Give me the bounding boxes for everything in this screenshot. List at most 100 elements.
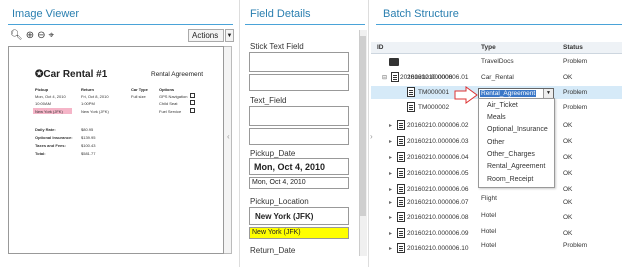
row-status: OK bbox=[563, 214, 573, 221]
pickup-location-label: Pickup_Location bbox=[250, 197, 309, 206]
column-header-status[interactable]: Status bbox=[563, 44, 583, 51]
row-id[interactable]: 20160210.000006.10 bbox=[407, 245, 468, 252]
checkbox-icon bbox=[190, 100, 195, 105]
zoom-in-icon[interactable]: ⊕ bbox=[26, 30, 34, 41]
page-icon bbox=[407, 87, 415, 97]
text-field-snippet bbox=[249, 106, 349, 126]
chevron-down-icon[interactable]: ▼ bbox=[543, 89, 553, 98]
batch-folder-icon bbox=[391, 72, 399, 82]
document-subtitle: Rental Agreement bbox=[151, 71, 204, 78]
document-image: ✪Car Rental #1 Rental Agreement Pickup R… bbox=[8, 46, 224, 254]
row-type: Hotel bbox=[481, 242, 497, 249]
doc-header-return: Return bbox=[81, 87, 94, 92]
checkbox-icon bbox=[190, 108, 195, 113]
doc-summary-label: Taxes and Fees: bbox=[35, 143, 66, 148]
column-header-id[interactable]: ID bbox=[377, 44, 384, 51]
row-id[interactable]: 20160210.000006.05 bbox=[407, 170, 468, 177]
callout-arrow-icon bbox=[454, 86, 478, 104]
image-scrollbar[interactable] bbox=[224, 46, 232, 254]
panel-splitter[interactable] bbox=[368, 0, 369, 267]
pickup-date-input[interactable]: Mon, Oct 4, 2010 bbox=[249, 177, 349, 189]
row-id[interactable]: 20160210.000006.08 bbox=[407, 214, 468, 221]
pickup-location-input[interactable]: New York (JFK) bbox=[249, 227, 349, 239]
dropdown-option[interactable]: Air_Ticket bbox=[487, 102, 518, 109]
zoom-select-icon[interactable]: ⌖ bbox=[48, 30, 54, 41]
dropdown-option[interactable]: Room_Receipt bbox=[487, 176, 533, 183]
expand-icon[interactable]: ▸ bbox=[389, 245, 392, 252]
expand-icon[interactable]: ▸ bbox=[389, 214, 392, 221]
doc-cell: Child Seat bbox=[159, 101, 178, 106]
row-type: Flight bbox=[481, 195, 497, 202]
folder-icon bbox=[397, 197, 405, 207]
collapse-icon[interactable]: ⊟ bbox=[382, 74, 387, 81]
row-id[interactable]: 20160210.000006.03 bbox=[407, 138, 468, 145]
row-id[interactable]: 20160210.000006.02 bbox=[407, 122, 468, 129]
expand-icon[interactable]: ▸ bbox=[389, 186, 392, 193]
zoom-out-icon[interactable]: ⊖ bbox=[37, 30, 45, 41]
folder-icon bbox=[397, 136, 405, 146]
dropdown-option[interactable]: Rental_Agreement bbox=[487, 163, 545, 170]
dropdown-option[interactable]: Other bbox=[487, 139, 505, 146]
dropdown-option[interactable]: Other_Charges bbox=[487, 151, 535, 158]
text-field-input[interactable] bbox=[249, 128, 349, 145]
zoom-toolbar: 🔍︎ ⊕ ⊖ ⌖ bbox=[10, 30, 54, 41]
doc-cell: GPS Navigation bbox=[159, 94, 188, 99]
expand-icon[interactable]: ▸ bbox=[389, 199, 392, 206]
pickup-location-snippet: New York (JFK) bbox=[249, 207, 349, 225]
splitter-grip-icon[interactable]: ‹ bbox=[227, 132, 230, 141]
row-status: OK bbox=[563, 138, 573, 145]
row-status: OK bbox=[563, 154, 573, 161]
row-id[interactable]: 20160210.000006.01 bbox=[407, 74, 468, 81]
expand-icon[interactable]: ▸ bbox=[389, 154, 392, 161]
doc-header-options: Options bbox=[159, 87, 175, 92]
row-id[interactable]: 20160210.000006.06 bbox=[407, 186, 468, 193]
doc-summary-value: $80.95 bbox=[81, 127, 94, 132]
folder-icon bbox=[397, 152, 405, 162]
row-status: Problem bbox=[563, 89, 588, 96]
doc-cell: Fuel Service bbox=[159, 109, 182, 114]
row-type: Hotel bbox=[481, 228, 497, 235]
stick-text-input[interactable] bbox=[249, 74, 349, 91]
text-field-label: Text_Field bbox=[250, 96, 287, 105]
folder-icon bbox=[397, 184, 405, 194]
row-id[interactable]: 20160210.000006.09 bbox=[407, 230, 468, 237]
pickup-date-snippet: Mon, Oct 4, 2010 bbox=[249, 158, 349, 175]
row-status: Problem bbox=[563, 58, 588, 65]
doc-summary-value: $139.95 bbox=[81, 135, 96, 140]
doc-cell: Full size bbox=[131, 94, 146, 99]
row-status: OK bbox=[563, 230, 573, 237]
zoom-fit-icon[interactable]: 🔍︎ bbox=[10, 30, 23, 41]
doc-cell: 1:00PM bbox=[81, 101, 95, 106]
row-id[interactable]: 20160210.000006.07 bbox=[407, 199, 468, 206]
row-id[interactable]: TM000001 bbox=[418, 89, 449, 96]
dropdown-option[interactable]: Optional_Insurance bbox=[487, 126, 548, 133]
expand-icon[interactable]: ▸ bbox=[389, 138, 392, 145]
column-header-type[interactable]: Type bbox=[481, 44, 496, 51]
field-details-scroll-thumb[interactable] bbox=[360, 36, 366, 216]
actions-button[interactable]: Actions bbox=[188, 29, 224, 42]
doc-cell: New York (JFK) bbox=[35, 109, 63, 114]
batch-root-icon bbox=[389, 58, 399, 66]
expand-icon[interactable]: ▸ bbox=[389, 122, 392, 129]
expand-icon[interactable]: ▸ bbox=[389, 230, 392, 237]
doc-header-pickup: Pickup bbox=[35, 87, 49, 92]
actions-dropdown-arrow[interactable]: ▼ bbox=[225, 29, 234, 42]
doc-cell: 10:00AM bbox=[35, 101, 52, 106]
panel-splitter[interactable] bbox=[239, 0, 240, 267]
row-id[interactable]: TM000002 bbox=[418, 104, 449, 111]
stick-text-snippet bbox=[249, 52, 349, 72]
row-status: OK bbox=[563, 122, 573, 129]
doc-summary-label: Daily Rate: bbox=[35, 127, 56, 132]
expand-icon[interactable]: ▸ bbox=[389, 170, 392, 177]
checkbox-icon bbox=[190, 93, 195, 98]
dropdown-option[interactable]: Meals bbox=[487, 114, 506, 121]
doc-summary-label: Optional Insurance: bbox=[35, 135, 73, 140]
row-status: Problem bbox=[563, 104, 588, 111]
folder-icon bbox=[397, 168, 405, 178]
batch-structure-title-rule bbox=[376, 24, 622, 25]
doc-header-car-type: Car Type bbox=[131, 87, 148, 92]
splitter-grip-icon[interactable]: › bbox=[370, 132, 373, 141]
stick-text-label: Stick Text Field bbox=[250, 42, 304, 51]
row-id[interactable]: 20160210.000006.04 bbox=[407, 154, 468, 161]
page-icon bbox=[407, 102, 415, 112]
